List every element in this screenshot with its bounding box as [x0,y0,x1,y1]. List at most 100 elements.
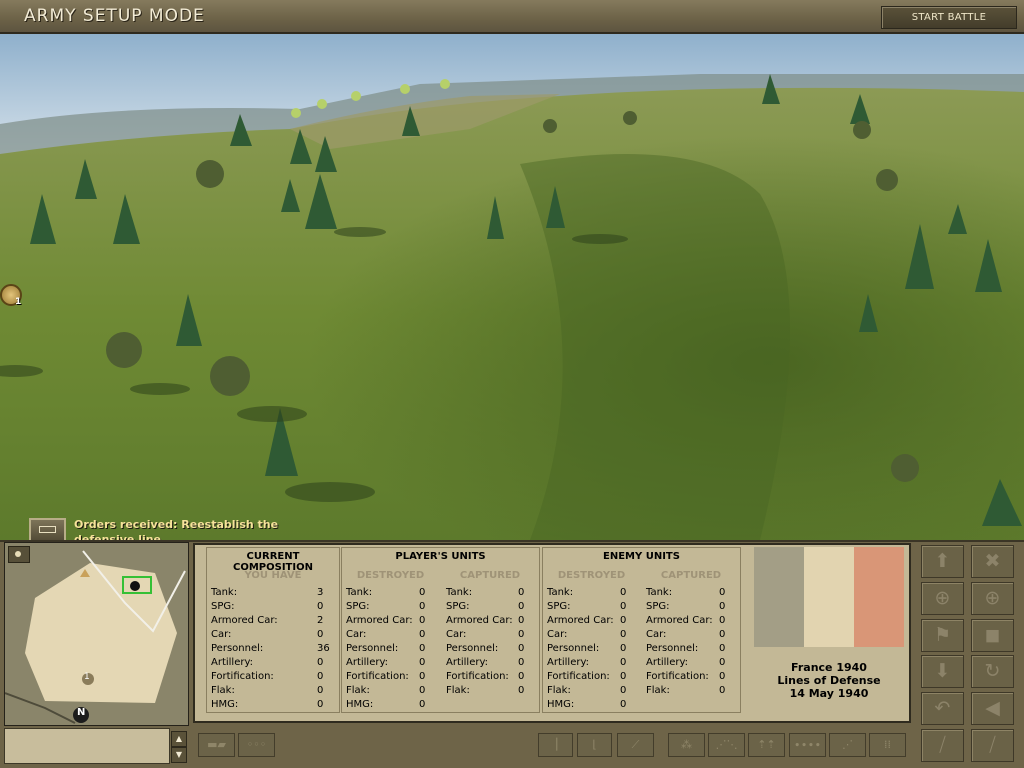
tank-filter-button[interactable]: ▬▰ [198,733,235,757]
player-destroyed-row-label: HMG: [346,699,374,710]
stop-button[interactable]: ◼ [971,619,1014,652]
player-destroyed-row-label: Car: [346,629,367,640]
mode-title: ARMY SETUP MODE [24,6,205,26]
cancel-button[interactable]: ✖ [971,545,1014,578]
target-icon: ⊕ [934,587,951,609]
slash-icon: ⧸ [989,734,996,756]
player-destroyed-row-value: 0 [419,671,426,682]
minimap-toggle-button[interactable] [8,546,30,563]
back-button[interactable]: ◀ [971,692,1014,725]
undo-button[interactable]: ↶ [921,692,964,725]
current-row-value: 0 [317,699,324,710]
player-destroyed-row-value: 0 [419,643,426,654]
minimap[interactable]: 1 N [4,542,189,726]
enemy-captured-row-label: Armored Car: [646,615,713,626]
disabled-slash-button[interactable]: ⧸ [921,729,964,762]
start-battle-button[interactable]: START BATTLE [881,6,1017,29]
enemy-captured-row-value: 0 [719,685,726,696]
slash-button[interactable]: ⧸ [971,729,1014,762]
move-down-button[interactable]: ⬇ [921,655,964,688]
current-row-label: Flak: [211,685,235,696]
player-destroyed-row-value: 0 [419,601,426,612]
enemy-destroyed-row-value: 0 [620,685,627,696]
enemy-destroyed-row-value: 0 [620,643,627,654]
enemy-destroyed-row-label: Car: [547,629,568,640]
enemy-destroyed-row-value: 0 [620,671,627,682]
flag-button[interactable]: ⚑ [921,619,964,652]
scroll-up-button[interactable]: ▲ [171,731,187,747]
enemy-captured-row-label: Flak: [646,685,670,696]
current-row-label: HMG: [211,699,239,710]
flag-stripe-middle [804,547,854,647]
enemy-destroyed-row-value: 0 [620,699,627,710]
cancel-x-icon: ✖ [984,550,1001,572]
current-row-value: 0 [317,685,324,696]
target-button[interactable]: ⊕ [921,582,964,615]
orders-message-icon[interactable] [29,518,66,540]
column-formation-button[interactable]: ⋰ [829,733,866,757]
enemy-captured-row-value: 0 [719,671,726,682]
stand-button[interactable]: ⎥ [538,733,573,757]
player-captured-row-label: Car: [446,629,467,640]
prone-button[interactable]: ⟋ [617,733,654,757]
player-destroyed-row-value: 0 [419,629,426,640]
enemy-captured-row-value: 0 [719,601,726,612]
mission-name: Lines of Defense [777,674,881,687]
player-captured-row-label: Personnel: [446,643,499,654]
player-captured-row-label: Tank: [446,587,473,598]
enemy-destroyed-row-label: Artillery: [547,657,590,668]
infantry-filter-button[interactable]: ◦◦◦ [238,733,275,757]
enemy-captured-row-value: 0 [719,629,726,640]
player-destroyed-row-label: Armored Car: [346,615,413,626]
kneel-button[interactable]: ⌊ [577,733,612,757]
player-captured-row-label: Artillery: [446,657,489,668]
player-captured-row-value: 0 [518,685,525,696]
player-destroyed-row-label: Fortification: [346,671,409,682]
enemy-destroyed-row-label: Personnel: [547,643,600,654]
spread-formation-button[interactable]: ⋰⋱ [708,733,745,757]
mission-country: France 1940 [791,661,867,674]
soldier-prone-icon: ⟋ [631,738,640,751]
infantry-icon: ◦◦◦ [246,738,267,751]
enemy-destroyed-row-value: 0 [620,629,627,640]
enemy-destroyed-row-value: 0 [620,587,627,598]
current-row-value: 3 [317,587,324,598]
mission-date: 14 May 1940 [789,687,869,700]
you-have-header: YOU HAVE [244,570,302,581]
current-row-label: Armored Car: [211,615,278,626]
line-formation-button[interactable]: ∙∙∙∙ [789,733,826,757]
scroll-down-button[interactable]: ▼ [171,747,187,763]
north-indicator: N [77,707,86,718]
enemy-captured-header: CAPTURED [660,570,722,581]
move-up-button[interactable]: ⬆ [921,545,964,578]
current-row-label: Car: [211,629,232,640]
arrow-formation-button[interactable]: ⇡⇡ [748,733,785,757]
current-row-label: Artillery: [211,657,254,668]
wedge-formation-button[interactable]: ⁂ [668,733,705,757]
tank-icon: ▬▰ [207,738,226,751]
enemy-units-header: ENEMY UNITS [603,551,680,562]
player-captured-row-value: 0 [518,629,525,640]
rotate-button[interactable]: ↻ [971,655,1014,688]
down-arrow-icon: ⬇ [934,660,951,682]
top-bar: ARMY SETUP MODE START BATTLE [0,0,1024,34]
flag-stripe-left [754,547,804,647]
enemy-destroyed-row-value: 0 [620,601,627,612]
enemy-destroyed-row-label: Tank: [547,587,574,598]
player-captured-row-value: 0 [518,615,525,626]
enemy-destroyed-row-label: Armored Car: [547,615,614,626]
player-destroyed-row-label: Tank: [346,587,373,598]
player-captured-row-label: SPG: [446,601,470,612]
battlefield-view[interactable]: 1 Orders received: Reestablish the defen… [0,34,1024,540]
players-units-header: PLAYER'S UNITS [395,551,486,562]
player-captured-row-label: Armored Car: [446,615,513,626]
unit-marker-count: 1 [15,297,22,307]
square-formation-button[interactable]: ⁞⁞ [869,733,906,757]
target-area-button[interactable]: ⊕ [971,582,1014,615]
rotate-icon: ↻ [984,660,1001,682]
current-row-label: Tank: [211,587,238,598]
enemy-destroyed-row-label: HMG: [547,699,575,710]
enemy-captured-row-label: Car: [646,629,667,640]
current-row-value: 36 [317,643,330,654]
enemy-captured-row-value: 0 [719,615,726,626]
